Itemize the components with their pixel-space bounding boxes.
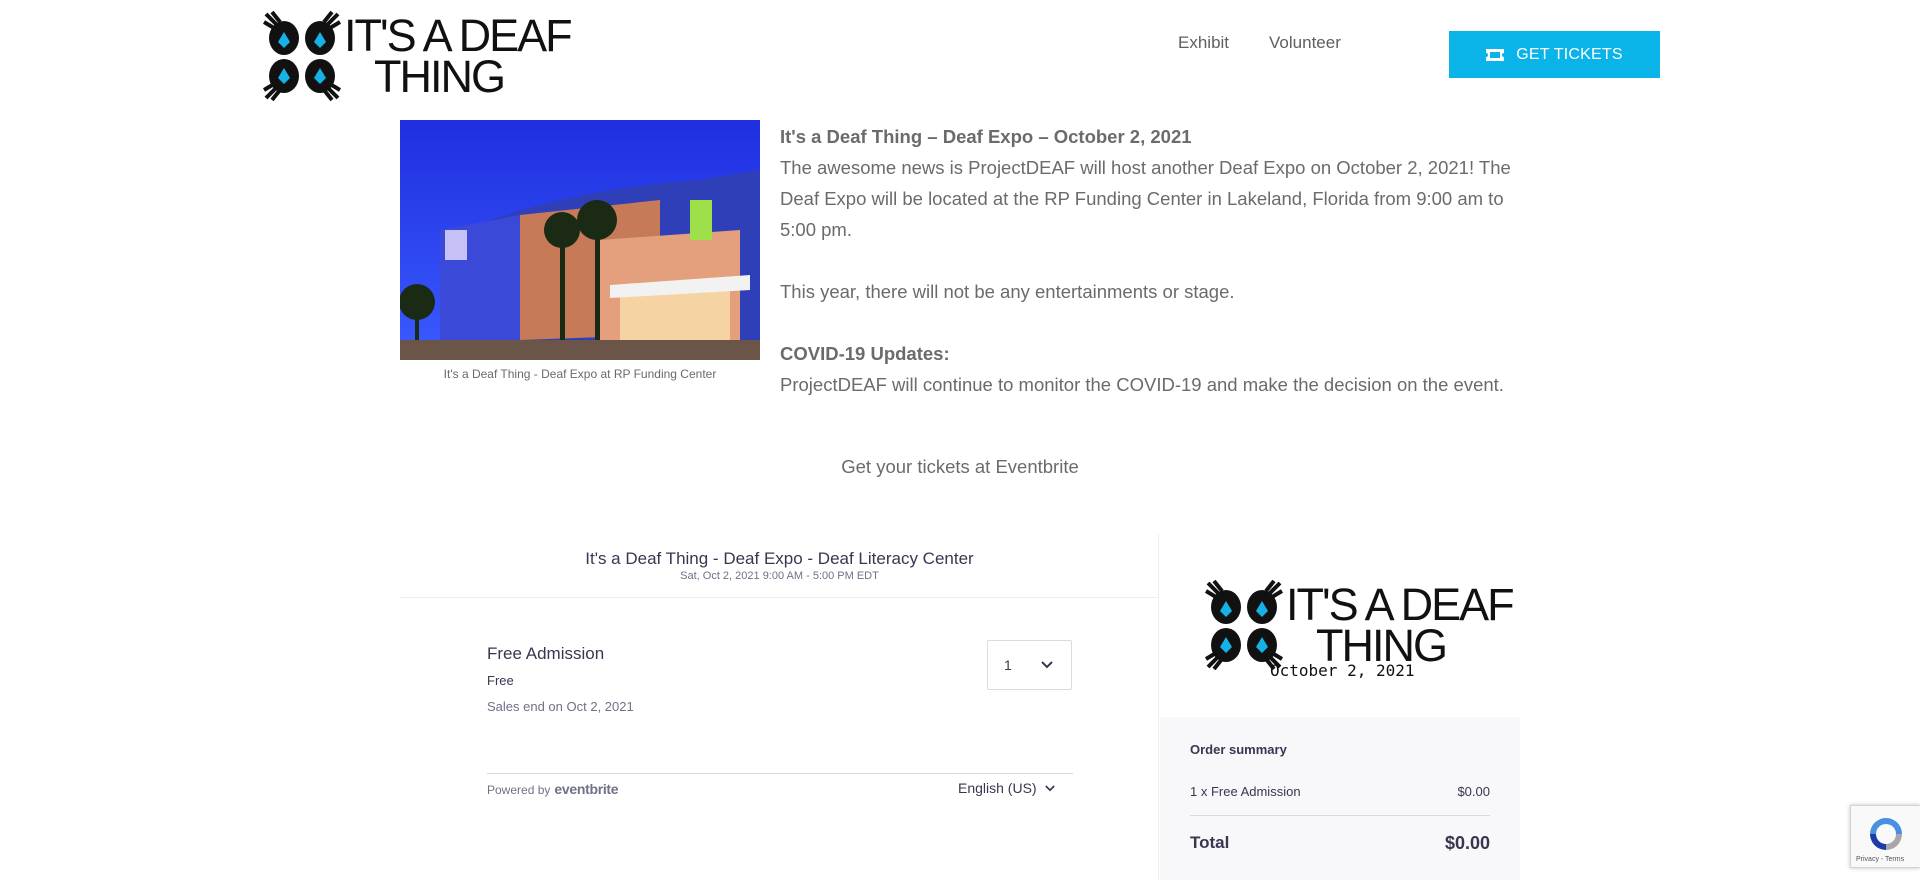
photo-caption: It's a Deaf Thing - Deaf Expo at RP Fund…: [443, 367, 717, 381]
event-description: The awesome news is ProjectDEAF will hos…: [780, 157, 1511, 240]
order-total-label: Total: [1190, 833, 1230, 852]
recaptcha-icon: [1870, 818, 1902, 850]
main-nav: Exhibit Volunteer: [1178, 33, 1341, 53]
site-logo[interactable]: IT'S A DEAF THING: [262, 10, 573, 102]
order-summary: Order summary 1 x Free Admission $0.00 T…: [1160, 717, 1520, 880]
covid-body: ProjectDEAF will continue to monitor the…: [780, 374, 1504, 395]
hands-logo-icon: [262, 10, 342, 102]
ticket-row: Free Admission Free Sales end on Oct 2, …: [487, 640, 1073, 774]
order-total-amount: $0.00: [1444, 833, 1490, 853]
language-value: English (US): [958, 780, 1037, 796]
eventbrite-checkout-widget: It's a Deaf Thing - Deaf Expo - Deaf Lit…: [400, 534, 1520, 880]
recaptcha-badge[interactable]: Privacy - Terms: [1850, 805, 1920, 868]
quantity-select[interactable]: 1: [987, 640, 1072, 690]
event-note: This year, there will not be any enterta…: [780, 281, 1235, 302]
logo-line-2: THING: [374, 51, 506, 102]
ticket-sales-end: Sales end on Oct 2, 2021: [487, 699, 634, 714]
event-logo-date: October 2, 2021: [1270, 661, 1415, 680]
ticket-price: Free: [487, 673, 514, 688]
order-line-amount: $0.00: [1457, 784, 1490, 799]
recaptcha-terms[interactable]: Privacy - Terms: [1856, 856, 1904, 863]
logo-wordmark: IT'S A DEAF THING: [344, 9, 573, 102]
eventbrite-tickets-text: Get your tickets at Eventbrite: [841, 456, 1079, 477]
quantity-value: 1: [1004, 657, 1012, 673]
hands-logo-icon: [1204, 579, 1284, 671]
ticket-name: Free Admission: [487, 644, 605, 663]
site-header: IT'S A DEAF THING Exhibit Volunteer GET …: [0, 0, 1920, 115]
powered-by-label: Powered by: [487, 783, 551, 797]
order-total: Total $0.00: [1190, 833, 1490, 854]
event-logo-line-1: IT'S A DEAF: [1286, 578, 1515, 630]
ticket-icon: [1486, 48, 1505, 61]
get-tickets-label: GET TICKETS: [1516, 45, 1623, 63]
order-line-label: 1 x Free Admission: [1190, 784, 1301, 799]
eventbrite-logo: eventbrite: [554, 781, 619, 797]
covid-heading: COVID-19 Updates:: [780, 343, 950, 364]
logo-line-1: IT'S A DEAF: [344, 9, 573, 61]
event-heading: It's a Deaf Thing – Deaf Expo – October …: [780, 126, 1192, 147]
order-summary-title: Order summary: [1190, 742, 1287, 757]
order-line-item: 1 x Free Admission $0.00: [1190, 784, 1490, 816]
nav-item-exhibit[interactable]: Exhibit: [1178, 33, 1229, 53]
chevron-down-icon: [1041, 661, 1053, 669]
get-tickets-button[interactable]: GET TICKETS: [1449, 31, 1660, 78]
event-date: Sat, Oct 2, 2021 9:00 AM - 5:00 PM EDT: [680, 570, 879, 582]
venue-image: [400, 120, 760, 360]
ticket-selection-panel: It's a Deaf Thing - Deaf Expo - Deaf Lit…: [400, 534, 1159, 880]
language-select[interactable]: English (US): [958, 780, 1055, 796]
nav-item-volunteer[interactable]: Volunteer: [1269, 33, 1341, 53]
powered-by-eventbrite[interactable]: Powered by eventbrite: [487, 781, 619, 797]
event-logo: IT'S A DEAF THING October 2, 2021: [1204, 579, 1515, 689]
event-logo-wordmark: IT'S A DEAF THING: [1286, 578, 1515, 668]
event-header: It's a Deaf Thing - Deaf Expo - Deaf Lit…: [400, 534, 1159, 598]
order-summary-panel: IT'S A DEAF THING October 2, 2021 Order …: [1160, 534, 1520, 880]
event-article: It's a Deaf Thing – Deaf Expo – October …: [780, 121, 1520, 400]
event-title: It's a Deaf Thing - Deaf Expo - Deaf Lit…: [585, 549, 974, 568]
chevron-down-icon: [1044, 784, 1055, 791]
venue-photo: [400, 120, 760, 360]
